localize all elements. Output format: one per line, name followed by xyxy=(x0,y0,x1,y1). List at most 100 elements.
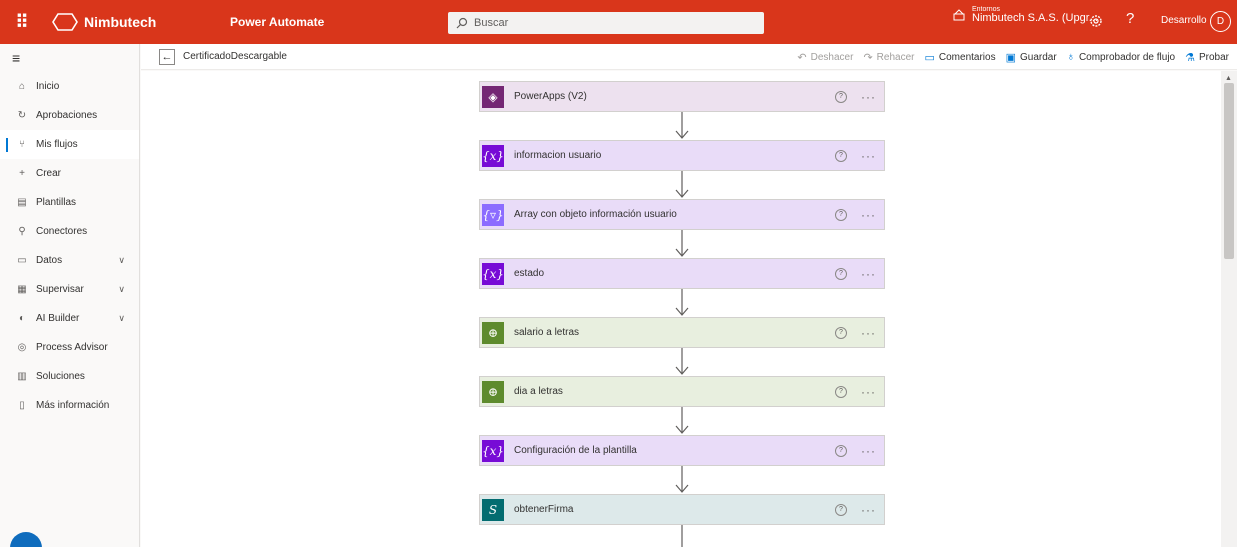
connector-arrow-icon xyxy=(675,466,689,493)
monitor-icon: ▦ xyxy=(17,284,27,295)
nimbutech-logo-icon xyxy=(52,13,78,31)
undo-button[interactable]: ↶ Deshacer xyxy=(797,51,853,64)
help-circle-icon[interactable]: ? xyxy=(835,267,847,280)
sharepoint-icon: S xyxy=(482,498,504,521)
chevron-down-icon[interactable]: ∨ xyxy=(118,313,125,324)
app-name[interactable]: Power Automate xyxy=(230,15,470,29)
more-options-icon[interactable]: ··· xyxy=(861,444,876,458)
connector-arrow-icon xyxy=(681,525,683,547)
help-circle-icon[interactable]: ? xyxy=(835,90,847,103)
user-name[interactable]: Desarrollo xyxy=(1161,15,1207,26)
sidebar-item-10[interactable]: ▥ Soluciones xyxy=(0,362,139,391)
scroll-up-arrow-icon[interactable]: ▲ xyxy=(1225,75,1232,82)
hamburger-menu-icon[interactable]: ≡ xyxy=(0,44,139,72)
sidebar-item-7[interactable]: ▦ Supervisar ∨ xyxy=(0,275,139,304)
search-icon xyxy=(456,17,468,29)
comments-button[interactable]: ▭ Comentarios xyxy=(924,51,995,64)
app-launcher-icon[interactable]: ⠿ xyxy=(0,0,44,44)
more-options-icon[interactable]: ··· xyxy=(861,503,876,517)
data-operation-icon: {▿} xyxy=(482,203,504,226)
more-options-icon[interactable]: ··· xyxy=(861,90,876,104)
help-circle-icon[interactable]: ? xyxy=(835,149,847,162)
settings-gear-icon[interactable] xyxy=(1088,13,1104,29)
sidebar-item-5[interactable]: ⚲ Conectores xyxy=(0,217,139,246)
more-options-icon[interactable]: ··· xyxy=(861,149,876,163)
flow-step-title: estado xyxy=(514,268,545,279)
sidebar-item-4[interactable]: ▤ Plantillas xyxy=(0,188,139,217)
flow-step-title: Array con objeto información usuario xyxy=(514,209,677,220)
save-button[interactable]: ▣ Guardar xyxy=(1006,51,1057,64)
help-circle-icon[interactable]: ? xyxy=(835,208,847,221)
flow-name: CertificadoDescargable xyxy=(183,51,287,62)
scroll-thumb[interactable] xyxy=(1224,83,1234,259)
flows-icon: ⑂ xyxy=(19,139,25,150)
sidebar-item-label: Inicio xyxy=(36,81,60,92)
vertical-scrollbar[interactable]: ▲ xyxy=(1221,71,1237,547)
sidebar-item-label: Process Advisor xyxy=(36,342,108,353)
left-navigation: ≡ ⌂ Inicio ↻ Aprobaciones ⑂ Mis flujos + Crear ▤… xyxy=(0,44,140,547)
brand[interactable]: Nimbutech xyxy=(52,12,202,32)
back-arrow-icon[interactable]: ← xyxy=(159,48,175,65)
flow-step-card[interactable]: ⊕ salario a letras? ··· xyxy=(479,317,885,348)
sidebar-item-8[interactable]: ◐ AI Builder ∨ xyxy=(0,304,139,333)
search-input[interactable]: Buscar xyxy=(448,12,764,34)
variable-icon: {x} xyxy=(482,439,504,462)
flow-step-card[interactable]: ⊕ dia a letras? ··· xyxy=(479,376,885,407)
sidebar-item-0[interactable]: ⌂ Inicio xyxy=(0,72,139,101)
flask-icon: ⚗ xyxy=(1185,51,1195,64)
chatbot-button[interactable] xyxy=(10,532,42,547)
more-options-icon[interactable]: ··· xyxy=(861,267,876,281)
command-bar: ← CertificadoDescargable ↶ Deshacer ↷ Re… xyxy=(141,44,1237,70)
flow-step-title: informacion usuario xyxy=(514,150,602,161)
sidebar-item-2[interactable]: ⑂ Mis flujos xyxy=(0,130,139,159)
sidebar-item-6[interactable]: ▭ Datos ∨ xyxy=(0,246,139,275)
chevron-down-icon[interactable]: ∨ xyxy=(118,284,125,295)
connector-arrow-icon xyxy=(675,289,689,316)
sidebar-item-label: Mis flujos xyxy=(36,139,78,150)
flow-step-card[interactable]: ◈ PowerApps (V2)? ··· xyxy=(479,81,885,112)
help-icon[interactable]: ? xyxy=(1126,10,1134,27)
solutions-icon: ▥ xyxy=(17,371,27,382)
more-options-icon[interactable]: ··· xyxy=(861,326,876,340)
search-placeholder: Buscar xyxy=(474,17,509,29)
comments-label: Comentarios xyxy=(938,51,996,63)
sidebar-item-11[interactable]: ▯ Más información xyxy=(0,391,139,420)
environment-picker[interactable]: Entornos Nimbutech S.A.S. (Upgr... xyxy=(952,6,1098,25)
comment-icon: ▭ xyxy=(924,51,935,64)
help-circle-icon[interactable]: ? xyxy=(835,326,847,339)
flow-step-card[interactable]: SobtenerFirma? ··· xyxy=(479,494,885,525)
flow-step-card[interactable]: {x} estado? ··· xyxy=(479,258,885,289)
ai-builder-icon: ◐ xyxy=(18,313,26,324)
sidebar-item-9[interactable]: ◎ Process Advisor xyxy=(0,333,139,362)
sidebar-item-label: Crear xyxy=(36,168,62,179)
flow-step-title: salario a letras xyxy=(514,327,580,338)
more-options-icon[interactable]: ··· xyxy=(861,385,876,399)
undo-label: Deshacer xyxy=(810,51,854,63)
variable-icon: {x} xyxy=(482,144,504,167)
redo-button[interactable]: ↷ Rehacer xyxy=(863,51,914,64)
more-options-icon[interactable]: ··· xyxy=(861,208,876,222)
sidebar-item-label: Soluciones xyxy=(36,371,85,382)
sidebar-item-label: Más información xyxy=(36,400,110,411)
help-circle-icon[interactable]: ? xyxy=(835,444,847,457)
plus-icon: + xyxy=(19,168,25,179)
sidebar-item-1[interactable]: ↻ Aprobaciones xyxy=(0,101,139,130)
connector-globe-icon: ⊕ xyxy=(482,321,504,344)
powerapps-icon: ◈ xyxy=(482,85,504,108)
avatar[interactable]: D xyxy=(1210,11,1231,32)
flow-step-card[interactable]: {x} Configuración de la plantilla? ··· xyxy=(479,435,885,466)
data-icon: ▭ xyxy=(17,255,27,266)
flow-checker-button[interactable]: ♁ Comprobador de flujo xyxy=(1067,51,1175,63)
connector-arrow-icon xyxy=(675,171,689,198)
sidebar-item-label: Aprobaciones xyxy=(36,110,98,121)
help-circle-icon[interactable]: ? xyxy=(835,503,847,516)
flow-step-card[interactable]: {x} informacion usuario? ··· xyxy=(479,140,885,171)
top-bar: ⠿ Nimbutech Power Automate Buscar Entorn… xyxy=(0,0,1237,44)
sidebar-item-3[interactable]: + Crear xyxy=(0,159,139,188)
redo-icon: ↷ xyxy=(863,51,873,64)
flow-step-card[interactable]: {▿} Array con objeto información usuario?… xyxy=(479,199,885,230)
flow-step-title: obtenerFirma xyxy=(514,504,574,515)
chevron-down-icon[interactable]: ∨ xyxy=(118,255,125,266)
help-circle-icon[interactable]: ? xyxy=(835,385,847,398)
test-button[interactable]: ⚗ Probar xyxy=(1185,51,1229,64)
